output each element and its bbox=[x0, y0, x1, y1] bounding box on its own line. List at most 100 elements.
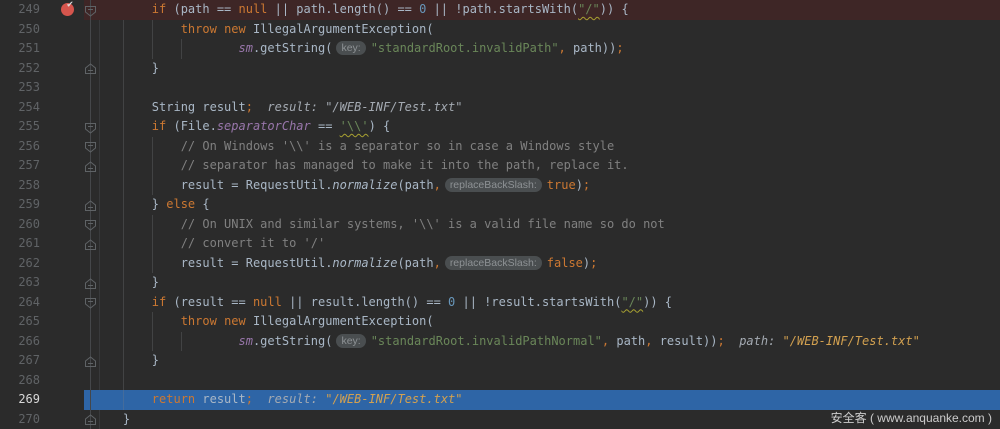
code-text: String result; result: "/WEB-INF/Test.tx… bbox=[94, 100, 462, 114]
keyword: if bbox=[152, 295, 166, 309]
fold-marker-icon[interactable] bbox=[85, 140, 96, 160]
fold-marker-icon[interactable] bbox=[85, 62, 96, 82]
gutter[interactable]: 255 bbox=[0, 117, 84, 137]
fold-marker-icon[interactable] bbox=[85, 238, 96, 258]
gutter[interactable]: 256 bbox=[0, 137, 84, 157]
gutter[interactable]: 249✔ bbox=[0, 0, 84, 20]
gutter[interactable]: 262 bbox=[0, 254, 84, 274]
param-hint-chip: key: bbox=[336, 334, 365, 348]
line-number[interactable]: 253 bbox=[0, 78, 40, 98]
code-line[interactable]: if (result == null || result.length() ==… bbox=[84, 293, 1000, 313]
fold-marker-icon[interactable] bbox=[85, 4, 96, 24]
line-number[interactable]: 251 bbox=[0, 39, 40, 59]
code-line[interactable]: } bbox=[84, 273, 1000, 293]
code-text: IllegalArgumentException( bbox=[246, 22, 434, 36]
param-hint-chip: replaceBackSlash: bbox=[445, 178, 542, 192]
comment: // separator has managed to make it into… bbox=[94, 158, 629, 172]
line-number[interactable]: 257 bbox=[0, 156, 40, 176]
keyword: null bbox=[253, 295, 282, 309]
punctuation: ; bbox=[616, 41, 623, 55]
gutter[interactable]: 259 bbox=[0, 195, 84, 215]
line-number[interactable]: 254 bbox=[0, 98, 40, 118]
method-reference: normalize bbox=[332, 178, 397, 192]
line-number[interactable]: 266 bbox=[0, 332, 40, 352]
line-number[interactable]: 261 bbox=[0, 234, 40, 254]
line-number[interactable]: 259 bbox=[0, 195, 40, 215]
editor-line: 251 sm.getString(key:"standardRoot.inval… bbox=[0, 39, 1000, 59]
field-reference: sm bbox=[239, 41, 253, 55]
code-line[interactable]: sm.getString(key:"standardRoot.invalidPa… bbox=[84, 332, 1000, 352]
code-line[interactable]: if (File.separatorChar == '\\') { bbox=[84, 117, 1000, 137]
code-line[interactable]: String result; result: "/WEB-INF/Test.tx… bbox=[84, 98, 1000, 118]
fold-marker-icon[interactable] bbox=[85, 277, 96, 297]
code-line[interactable]: throw new IllegalArgumentException( bbox=[84, 20, 1000, 40]
code-line[interactable]: // convert it to '/' bbox=[84, 234, 1000, 254]
code-line[interactable]: result = RequestUtil.normalize(path,repl… bbox=[84, 176, 1000, 196]
line-number[interactable]: 260 bbox=[0, 215, 40, 235]
fold-marker-icon[interactable] bbox=[85, 160, 96, 180]
fold-marker-icon[interactable] bbox=[85, 296, 96, 316]
method-reference: normalize bbox=[332, 256, 397, 270]
code-line[interactable]: // On UNIX and similar systems, '\\' is … bbox=[84, 215, 1000, 235]
fold-marker-icon[interactable] bbox=[85, 121, 96, 141]
code-text: .getString( bbox=[253, 41, 332, 55]
code-line[interactable] bbox=[84, 78, 1000, 98]
code-line[interactable]: // separator has managed to make it into… bbox=[84, 156, 1000, 176]
line-number[interactable]: 256 bbox=[0, 137, 40, 157]
fold-marker-icon[interactable] bbox=[85, 218, 96, 238]
line-number[interactable]: 270 bbox=[0, 410, 40, 429]
gutter[interactable]: 267 bbox=[0, 351, 84, 371]
fold-marker-icon[interactable] bbox=[85, 413, 96, 429]
punctuation: ; bbox=[583, 178, 590, 192]
line-number[interactable]: 269 bbox=[0, 390, 40, 410]
line-number[interactable]: 268 bbox=[0, 371, 40, 391]
code-line[interactable]: // On Windows '\\' is a separator so in … bbox=[84, 137, 1000, 157]
gutter[interactable]: 257 bbox=[0, 156, 84, 176]
gutter[interactable]: 265 bbox=[0, 312, 84, 332]
line-number[interactable]: 264 bbox=[0, 293, 40, 313]
gutter[interactable]: 263 bbox=[0, 273, 84, 293]
line-number[interactable]: 255 bbox=[0, 117, 40, 137]
gutter[interactable]: 250 bbox=[0, 20, 84, 40]
gutter[interactable]: 252 bbox=[0, 59, 84, 79]
keyword: else bbox=[166, 197, 195, 211]
code-line[interactable]: sm.getString(key:"standardRoot.invalidPa… bbox=[84, 39, 1000, 59]
line-number[interactable]: 252 bbox=[0, 59, 40, 79]
line-number[interactable]: 250 bbox=[0, 20, 40, 40]
code-line[interactable]: if (path == null || path.length() == 0 |… bbox=[84, 0, 1000, 20]
gutter[interactable]: 264 bbox=[0, 293, 84, 313]
code-text: || result.length() == bbox=[282, 295, 448, 309]
code-line[interactable]: result = RequestUtil.normalize(path,repl… bbox=[84, 254, 1000, 274]
gutter[interactable]: 268 bbox=[0, 371, 84, 391]
code-text: if (result == null || result.length() ==… bbox=[94, 295, 672, 309]
gutter[interactable]: 269 bbox=[0, 390, 84, 410]
code-text: throw new IllegalArgumentException( bbox=[94, 22, 434, 36]
gutter[interactable]: 260 bbox=[0, 215, 84, 235]
gutter[interactable]: 251 bbox=[0, 39, 84, 59]
code-line[interactable]: } bbox=[84, 351, 1000, 371]
line-number[interactable]: 267 bbox=[0, 351, 40, 371]
comment: // On UNIX and similar systems, '\\' is … bbox=[94, 217, 665, 231]
fold-marker-icon[interactable] bbox=[85, 199, 96, 219]
fold-marker-icon[interactable] bbox=[85, 355, 96, 375]
gutter[interactable]: 266 bbox=[0, 332, 84, 352]
editor-line: 256 // On Windows '\\' is a separator so… bbox=[0, 137, 1000, 157]
code-line[interactable] bbox=[84, 371, 1000, 391]
gutter[interactable]: 258 bbox=[0, 176, 84, 196]
gutter[interactable]: 261 bbox=[0, 234, 84, 254]
punctuation: , bbox=[559, 41, 566, 55]
gutter[interactable]: 253 bbox=[0, 78, 84, 98]
line-number[interactable]: 258 bbox=[0, 176, 40, 196]
line-number[interactable]: 263 bbox=[0, 273, 40, 293]
line-number[interactable]: 249 bbox=[0, 0, 40, 20]
code-line[interactable]: return result; result: "/WEB-INF/Test.tx… bbox=[84, 390, 1000, 410]
code-line[interactable]: } bbox=[84, 59, 1000, 79]
gutter[interactable]: 254 bbox=[0, 98, 84, 118]
code-text bbox=[94, 334, 239, 348]
line-number[interactable]: 265 bbox=[0, 312, 40, 332]
code-line[interactable]: throw new IllegalArgumentException( bbox=[84, 312, 1000, 332]
line-number[interactable]: 262 bbox=[0, 254, 40, 274]
gutter[interactable]: 270 bbox=[0, 410, 84, 429]
editor-line: 257 // separator has managed to make it … bbox=[0, 156, 1000, 176]
code-line[interactable]: } else { bbox=[84, 195, 1000, 215]
